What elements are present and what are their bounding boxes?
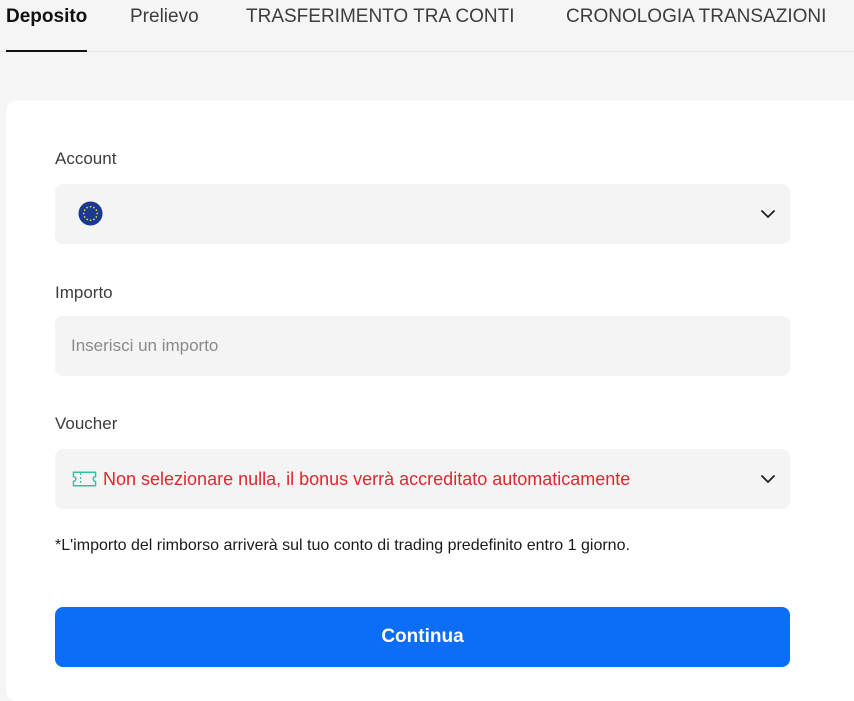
account-label: Account [55, 149, 117, 168]
tab-cronologia[interactable]: CRONOLOGIA TRANSAZIONI [566, 0, 826, 52]
voucher-select[interactable]: Non selezionare nulla, il bonus verrà ac… [55, 449, 790, 509]
continue-button[interactable]: Continua [55, 607, 790, 667]
chevron-down-icon[interactable] [760, 471, 776, 487]
voucher-value: Non selezionare nulla, il bonus verrà ac… [103, 469, 631, 489]
account-select[interactable] [55, 184, 790, 244]
tab-deposito[interactable]: Deposito [6, 0, 88, 52]
amount-label: Importo [55, 283, 113, 302]
tab-bar: Deposito Prelievo TRASFERIMENTO TRA CONT… [0, 0, 854, 52]
amount-field[interactable] [55, 316, 790, 376]
amount-input[interactable] [71, 316, 751, 376]
ticket-icon [72, 471, 97, 487]
chevron-down-icon[interactable] [760, 206, 776, 222]
refund-note: *L'importo del rimborso arriverà sul tuo… [55, 537, 630, 554]
tab-prelievo[interactable]: Prelievo [130, 0, 199, 52]
eu-flag-icon [78, 201, 103, 226]
tab-trasferimento[interactable]: TRASFERIMENTO TRA CONTI [246, 0, 515, 52]
voucher-label: Voucher [55, 414, 118, 433]
